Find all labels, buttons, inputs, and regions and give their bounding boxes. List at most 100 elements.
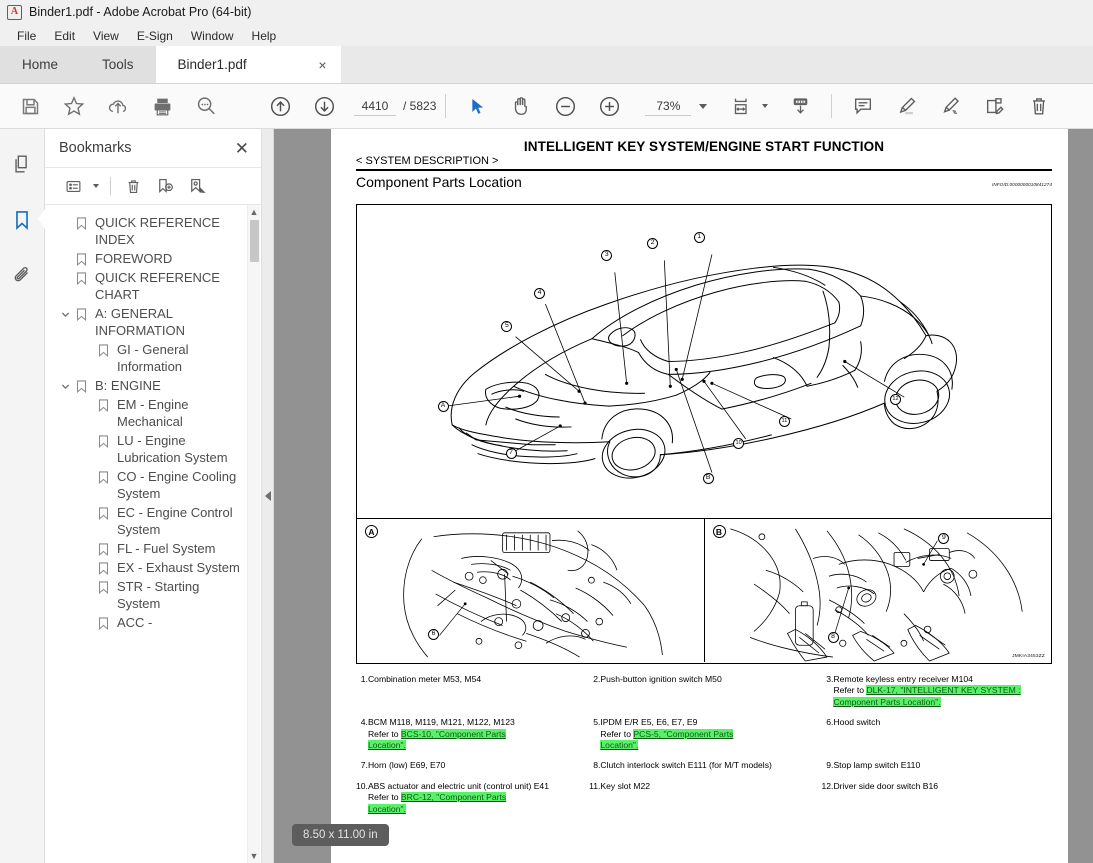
zoom-in-button[interactable]: [587, 86, 631, 126]
bookmark-label: FL - Fuel System: [117, 541, 216, 556]
bookmark-item[interactable]: B: ENGINE: [45, 376, 261, 395]
delete-bookmark-icon[interactable]: [118, 172, 148, 200]
menu-edit[interactable]: Edit: [45, 27, 84, 45]
bookmark-item[interactable]: ACC -: [45, 613, 261, 632]
menu-view[interactable]: View: [84, 27, 128, 45]
reference-link[interactable]: Location".: [367, 740, 406, 751]
reference-link[interactable]: BRC-12, "Component Parts: [400, 792, 507, 803]
bookmark-item[interactable]: CO - Engine Cooling System: [45, 467, 261, 503]
vehicle-diagram: 1 2 3 4 5 A 7 B 10 11 12: [357, 205, 1051, 519]
sign-icon[interactable]: [929, 86, 973, 126]
caption-text: ABS actuator and electric unit (control …: [367, 781, 589, 824]
find-bookmark-icon[interactable]: [182, 172, 212, 200]
detail-panel-b: B 8 9 JMKIA3453ZZ: [705, 519, 1052, 662]
page-display-icon[interactable]: [778, 86, 822, 126]
highlight-icon[interactable]: [885, 86, 929, 126]
print-icon[interactable]: [140, 86, 184, 126]
menu-bar: File Edit View E-Sign Window Help: [0, 25, 1093, 47]
bookmark-item[interactable]: EC - Engine Control System: [45, 503, 261, 539]
reference-link[interactable]: Location".: [600, 740, 639, 751]
menu-esign[interactable]: E-Sign: [128, 27, 182, 45]
comment-icon[interactable]: [841, 86, 885, 126]
new-bookmark-icon[interactable]: [150, 172, 180, 200]
upload-cloud-icon[interactable]: [96, 86, 140, 126]
callout-1: 1: [693, 231, 705, 243]
pdf-content: INTELLIGENT KEY SYSTEM/ENGINE START FUNC…: [331, 129, 1092, 863]
menu-help[interactable]: Help: [243, 27, 286, 45]
save-icon[interactable]: [8, 86, 52, 126]
tab-home[interactable]: Home: [0, 46, 81, 83]
hand-icon[interactable]: [499, 86, 543, 126]
section-title-row: Component Parts Location INFOID:00000000…: [356, 174, 1052, 190]
caption-label: IPDM E/R E5, E6, E7, E9: [600, 717, 698, 728]
options-list-icon[interactable]: [58, 172, 88, 200]
bookmark-spacer: [57, 214, 73, 219]
page-total-label: / 5823: [403, 99, 437, 113]
bookmark-item[interactable]: QUICK REFERENCE CHART: [45, 268, 261, 304]
reference-link[interactable]: PCS-5, "Component Parts: [633, 728, 734, 739]
scrollbar-track[interactable]: [248, 262, 260, 849]
bookmark-label: EX - Exhaust System: [117, 560, 240, 575]
caption-text: Stop lamp switch E110: [833, 760, 1052, 780]
reference-link[interactable]: Location".: [367, 803, 406, 814]
chevron-down-icon-fit[interactable]: [762, 104, 769, 108]
menu-file[interactable]: File: [8, 27, 45, 45]
bookmarks-scrollbar[interactable]: ▲ ▼: [247, 205, 260, 863]
scroll-up-icon[interactable]: ▲: [250, 205, 259, 219]
previous-page-button[interactable]: [258, 86, 302, 126]
bookmark-label: QUICK REFERENCE CHART: [95, 270, 220, 302]
star-icon[interactable]: [52, 86, 96, 126]
tab-document[interactable]: Binder1.pdf ×: [155, 46, 341, 83]
chevron-down-icon[interactable]: [57, 377, 73, 391]
bookmark-spacer: [79, 468, 95, 473]
chevron-down-icon[interactable]: [57, 305, 73, 319]
bookmark-item[interactable]: EX - Exhaust System: [45, 558, 261, 577]
cursor-arrow-icon[interactable]: [455, 86, 499, 126]
close-icon[interactable]: ×: [314, 57, 330, 73]
caption-label: Combination meter M53, M54: [367, 674, 482, 684]
caption-text: Key slot M22: [600, 781, 821, 824]
caption-number: 11.: [589, 780, 601, 791]
delete-icon[interactable]: [1017, 86, 1061, 126]
tab-bar: Home Tools Binder1.pdf ×: [0, 46, 1093, 84]
bookmark-item[interactable]: EM - Engine Mechanical: [45, 395, 261, 431]
reference-link[interactable]: BCS-10, "Component Parts: [400, 728, 506, 739]
menu-window[interactable]: Window: [182, 27, 243, 45]
panel-collapse-handle[interactable]: [262, 129, 274, 863]
caption-text: Hood switch: [833, 717, 1052, 760]
document-viewport[interactable]: 8.50 x 11.00 in INTELLIGENT KEY SYSTEM/E…: [274, 129, 1093, 863]
close-panel-icon[interactable]: ✕: [235, 140, 249, 157]
scrollbar-thumb[interactable]: [249, 220, 259, 262]
zoom-level-input[interactable]: [645, 96, 692, 116]
chevron-down-icon-bookmarks[interactable]: [93, 184, 99, 188]
navigation-rail: [0, 129, 45, 863]
bookmark-item[interactable]: GI - General Information: [45, 340, 261, 376]
bookmarks-panel: Bookmarks ✕ QUICK REFERENCE INDEX FOREWO…: [45, 129, 262, 863]
bookmark-item[interactable]: FL - Fuel System: [45, 539, 261, 558]
bookmarks-icon[interactable]: [5, 203, 45, 237]
page-thumbnails-icon[interactable]: [5, 147, 39, 181]
bookmark-item[interactable]: QUICK REFERENCE INDEX: [45, 213, 261, 249]
bookmark-item[interactable]: STR - Starting System: [45, 577, 261, 613]
tab-tools[interactable]: Tools: [80, 46, 156, 83]
fit-page-icon[interactable]: [725, 86, 759, 126]
reference-link[interactable]: Component Parts Location".: [833, 696, 941, 707]
bookmark-label: EC - Engine Control System: [117, 505, 233, 537]
stamp-icon[interactable]: [973, 86, 1017, 126]
page-number-input[interactable]: [354, 96, 396, 116]
pdf-page[interactable]: INTELLIGENT KEY SYSTEM/ENGINE START FUNC…: [331, 129, 1092, 863]
bookmark-item[interactable]: LU - Engine Lubrication System: [45, 431, 261, 467]
reference-link[interactable]: DLK-17, "INTELLIGENT KEY SYSTEM :: [866, 685, 1021, 696]
bookmark-label: CO - Engine Cooling System: [117, 469, 237, 501]
bookmarks-list[interactable]: QUICK REFERENCE INDEX FOREWORD QUICK REFER…: [45, 205, 261, 863]
next-page-button[interactable]: [302, 86, 346, 126]
bookmarks-header: Bookmarks ✕: [45, 129, 261, 167]
chevron-down-icon[interactable]: [699, 103, 708, 109]
attachments-icon[interactable]: [5, 259, 39, 293]
scroll-down-icon[interactable]: ▼: [250, 849, 259, 863]
zoom-out-button[interactable]: [543, 86, 587, 126]
search-icon[interactable]: [184, 86, 228, 126]
bookmark-item[interactable]: FOREWORD: [45, 249, 261, 268]
bookmark-item[interactable]: A: GENERAL INFORMATION: [45, 304, 261, 340]
bookmark-icon: [95, 396, 112, 412]
